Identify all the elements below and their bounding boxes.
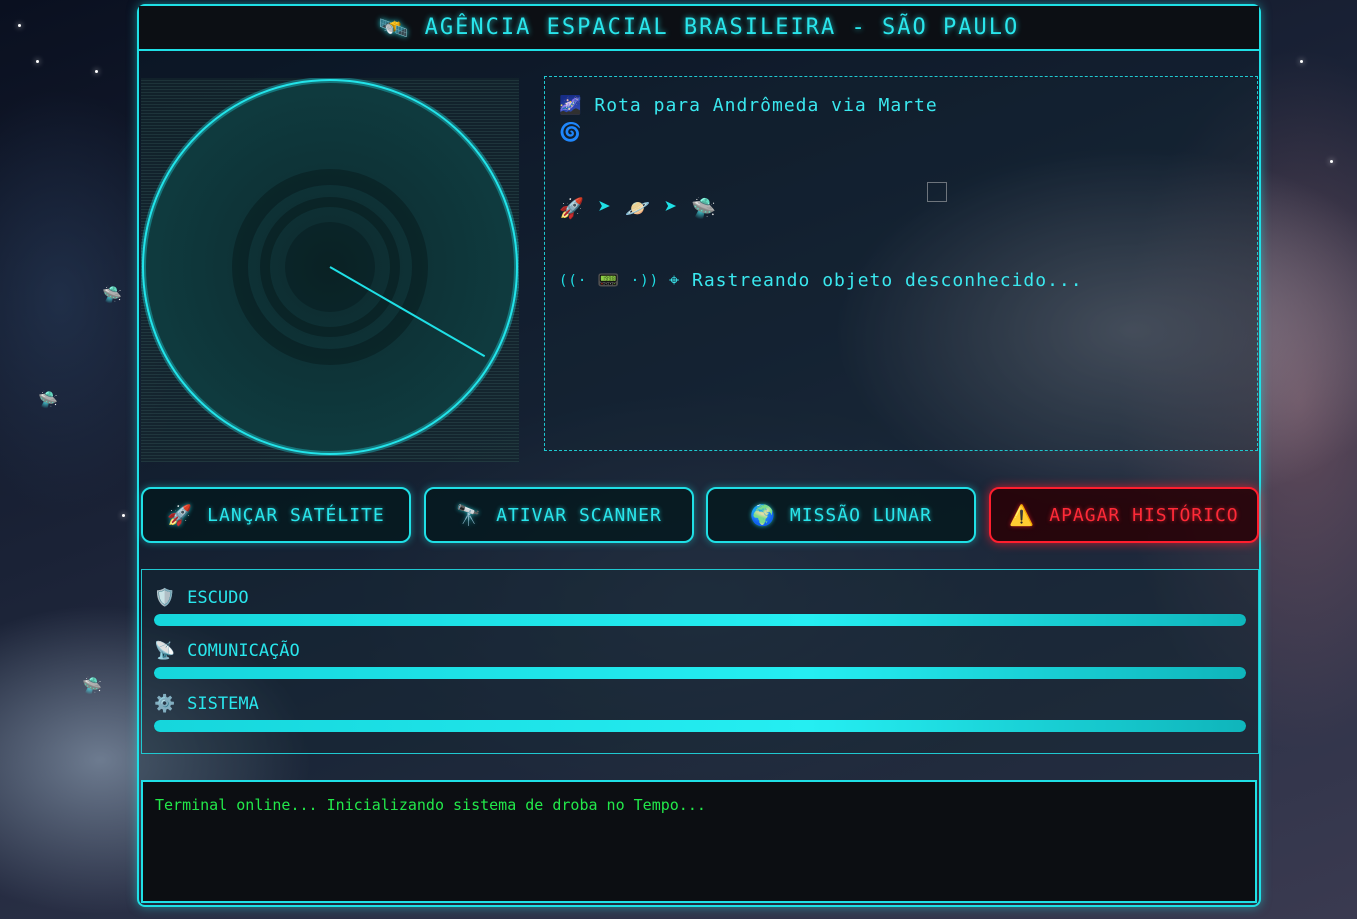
progress-bar	[154, 667, 1246, 679]
warning-icon: ⚠️	[1009, 503, 1036, 527]
broken-image-icon	[927, 182, 947, 202]
progress-fill	[154, 720, 1246, 732]
main-panel: 🛰️ AGÊNCIA ESPACIAL BRASILEIRA - SÃO PAU…	[137, 4, 1261, 907]
telescope-icon: 🔭	[456, 503, 483, 527]
antenna-icon: 📡	[154, 641, 176, 661]
terminal[interactable]: Terminal online... Inicializando sistema…	[141, 780, 1257, 903]
status-shield: 🛡️ ESCUDO	[154, 586, 1246, 626]
route-title: 🌌 Rota para Andrômeda via Marte	[559, 95, 938, 116]
progress-fill	[154, 614, 1246, 626]
shield-icon: 🛡️	[154, 588, 176, 608]
ufo-icon: 🛸	[691, 195, 717, 220]
gear-icon: ⚙️	[154, 694, 176, 714]
radar-display	[141, 78, 519, 456]
planet-icon: 🪐	[625, 195, 651, 220]
route-path: 🚀 ➤ 🪐 ➤ 🛸	[559, 195, 716, 220]
clear-history-button[interactable]: ⚠️ APAGAR HISTÓRICO	[989, 487, 1259, 543]
route-title-text: Rota para Andrômeda via Marte	[594, 95, 938, 116]
ufo-icon: 🛸	[38, 390, 58, 409]
arrow-icon: ➤	[597, 195, 612, 220]
earth-icon: 🌍	[750, 503, 776, 527]
lunar-mission-button[interactable]: 🌍 MISSÃO LUNAR	[706, 487, 976, 543]
tracking-text: ⌖ Rastreando objeto desconhecido...	[669, 270, 1083, 291]
page-title: AGÊNCIA ESPACIAL BRASILEIRA - SÃO PAULO	[424, 15, 1020, 40]
action-buttons: 🚀 LANÇAR SATÉLITE 🔭 ATIVAR SCANNER 🌍 MIS…	[141, 487, 1259, 543]
progress-fill	[154, 667, 1246, 679]
rocket-icon: 🚀	[167, 503, 194, 527]
galaxy-icon: 🌌	[559, 95, 583, 116]
progress-bar	[154, 614, 1246, 626]
satellite-icon: 🛰️	[378, 13, 411, 42]
status-label: COMUNICAÇÃO	[187, 641, 300, 661]
header: 🛰️ AGÊNCIA ESPACIAL BRASILEIRA - SÃO PAU…	[139, 6, 1259, 51]
pager-icon: 📟	[597, 270, 621, 291]
ufo-icon: 🛸	[82, 676, 102, 695]
route-panel: 🌌 Rota para Andrômeda via Marte 🌀 🚀 ➤ 🪐 …	[544, 76, 1258, 451]
arrow-icon: ➤	[664, 195, 678, 220]
status-communication: 📡 COMUNICAÇÃO	[154, 639, 1246, 679]
status-system: ⚙️ SISTEMA	[154, 692, 1246, 732]
signal-icon: ((·	[559, 272, 588, 289]
radar-panel	[141, 78, 519, 462]
terminal-line: Terminal online... Inicializando sistema…	[155, 796, 706, 814]
status-label: SISTEMA	[187, 694, 259, 714]
status-panel: 🛡️ ESCUDO 📡 COMUNICAÇÃO ⚙️ SISTEMA	[141, 569, 1259, 754]
status-label: ESCUDO	[187, 588, 249, 608]
galaxy-icon: 🌀	[559, 122, 582, 143]
signal-icon: ·))	[630, 272, 660, 289]
progress-bar	[154, 720, 1246, 732]
rocket-icon: 🚀	[559, 195, 584, 220]
launch-satellite-button[interactable]: 🚀 LANÇAR SATÉLITE	[141, 487, 411, 543]
tracking-status: ((· 📟 ·)) ⌖ Rastreando objeto desconheci…	[559, 270, 1083, 291]
ufo-icon: 🛸	[102, 285, 122, 304]
activate-scanner-button[interactable]: 🔭 ATIVAR SCANNER	[424, 487, 694, 543]
